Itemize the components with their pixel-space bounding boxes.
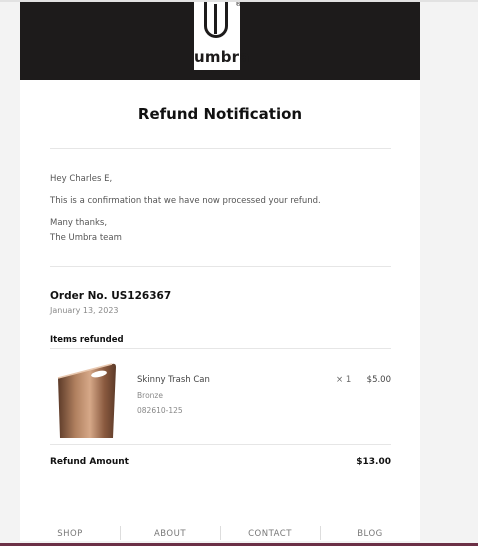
items-refunded-heading: Items refunded [50, 335, 124, 345]
email-container: ® umbra Refund Notification Hey Charles … [20, 2, 420, 541]
item-sku: 082610-125 [137, 406, 183, 415]
email-title: Refund Notification [137, 105, 303, 123]
logo-text: umbra [194, 48, 250, 66]
signoff-line-2: The Umbra team [50, 233, 122, 243]
footer-link-contact[interactable]: CONTACT [220, 529, 320, 539]
logo-registered-mark: ® [235, 2, 242, 8]
logo-bar-mark [214, 4, 217, 34]
item-name[interactable]: Skinny Trash Can [137, 375, 210, 385]
footer-link-about[interactable]: ABOUT [120, 529, 220, 539]
footer-link-blog[interactable]: BLOG [320, 529, 420, 539]
order-number: Order No. US126367 [50, 290, 172, 302]
refund-amount-value: $13.00 [356, 457, 391, 467]
signoff-line-1: Many thanks, [50, 218, 108, 228]
item-price: $5.00 [366, 375, 391, 385]
item-variant: Bronze [137, 391, 163, 400]
umbra-logo[interactable]: ® umbra [194, 2, 250, 70]
refund-amount-label: Refund Amount [50, 457, 129, 467]
order-date: January 13, 2023 [50, 306, 119, 315]
item-quantity: × 1 [336, 375, 352, 385]
greeting-text: Hey Charles E, [50, 174, 113, 184]
divider [50, 266, 391, 267]
bronze-trash-can-image[interactable] [50, 362, 120, 440]
divider [50, 148, 391, 149]
body-text: This is a confirmation that we have now … [50, 196, 321, 206]
email-header: ® umbra [20, 2, 420, 80]
footer-link-shop[interactable]: SHOP [20, 529, 120, 539]
divider [50, 348, 391, 349]
divider [50, 444, 391, 445]
